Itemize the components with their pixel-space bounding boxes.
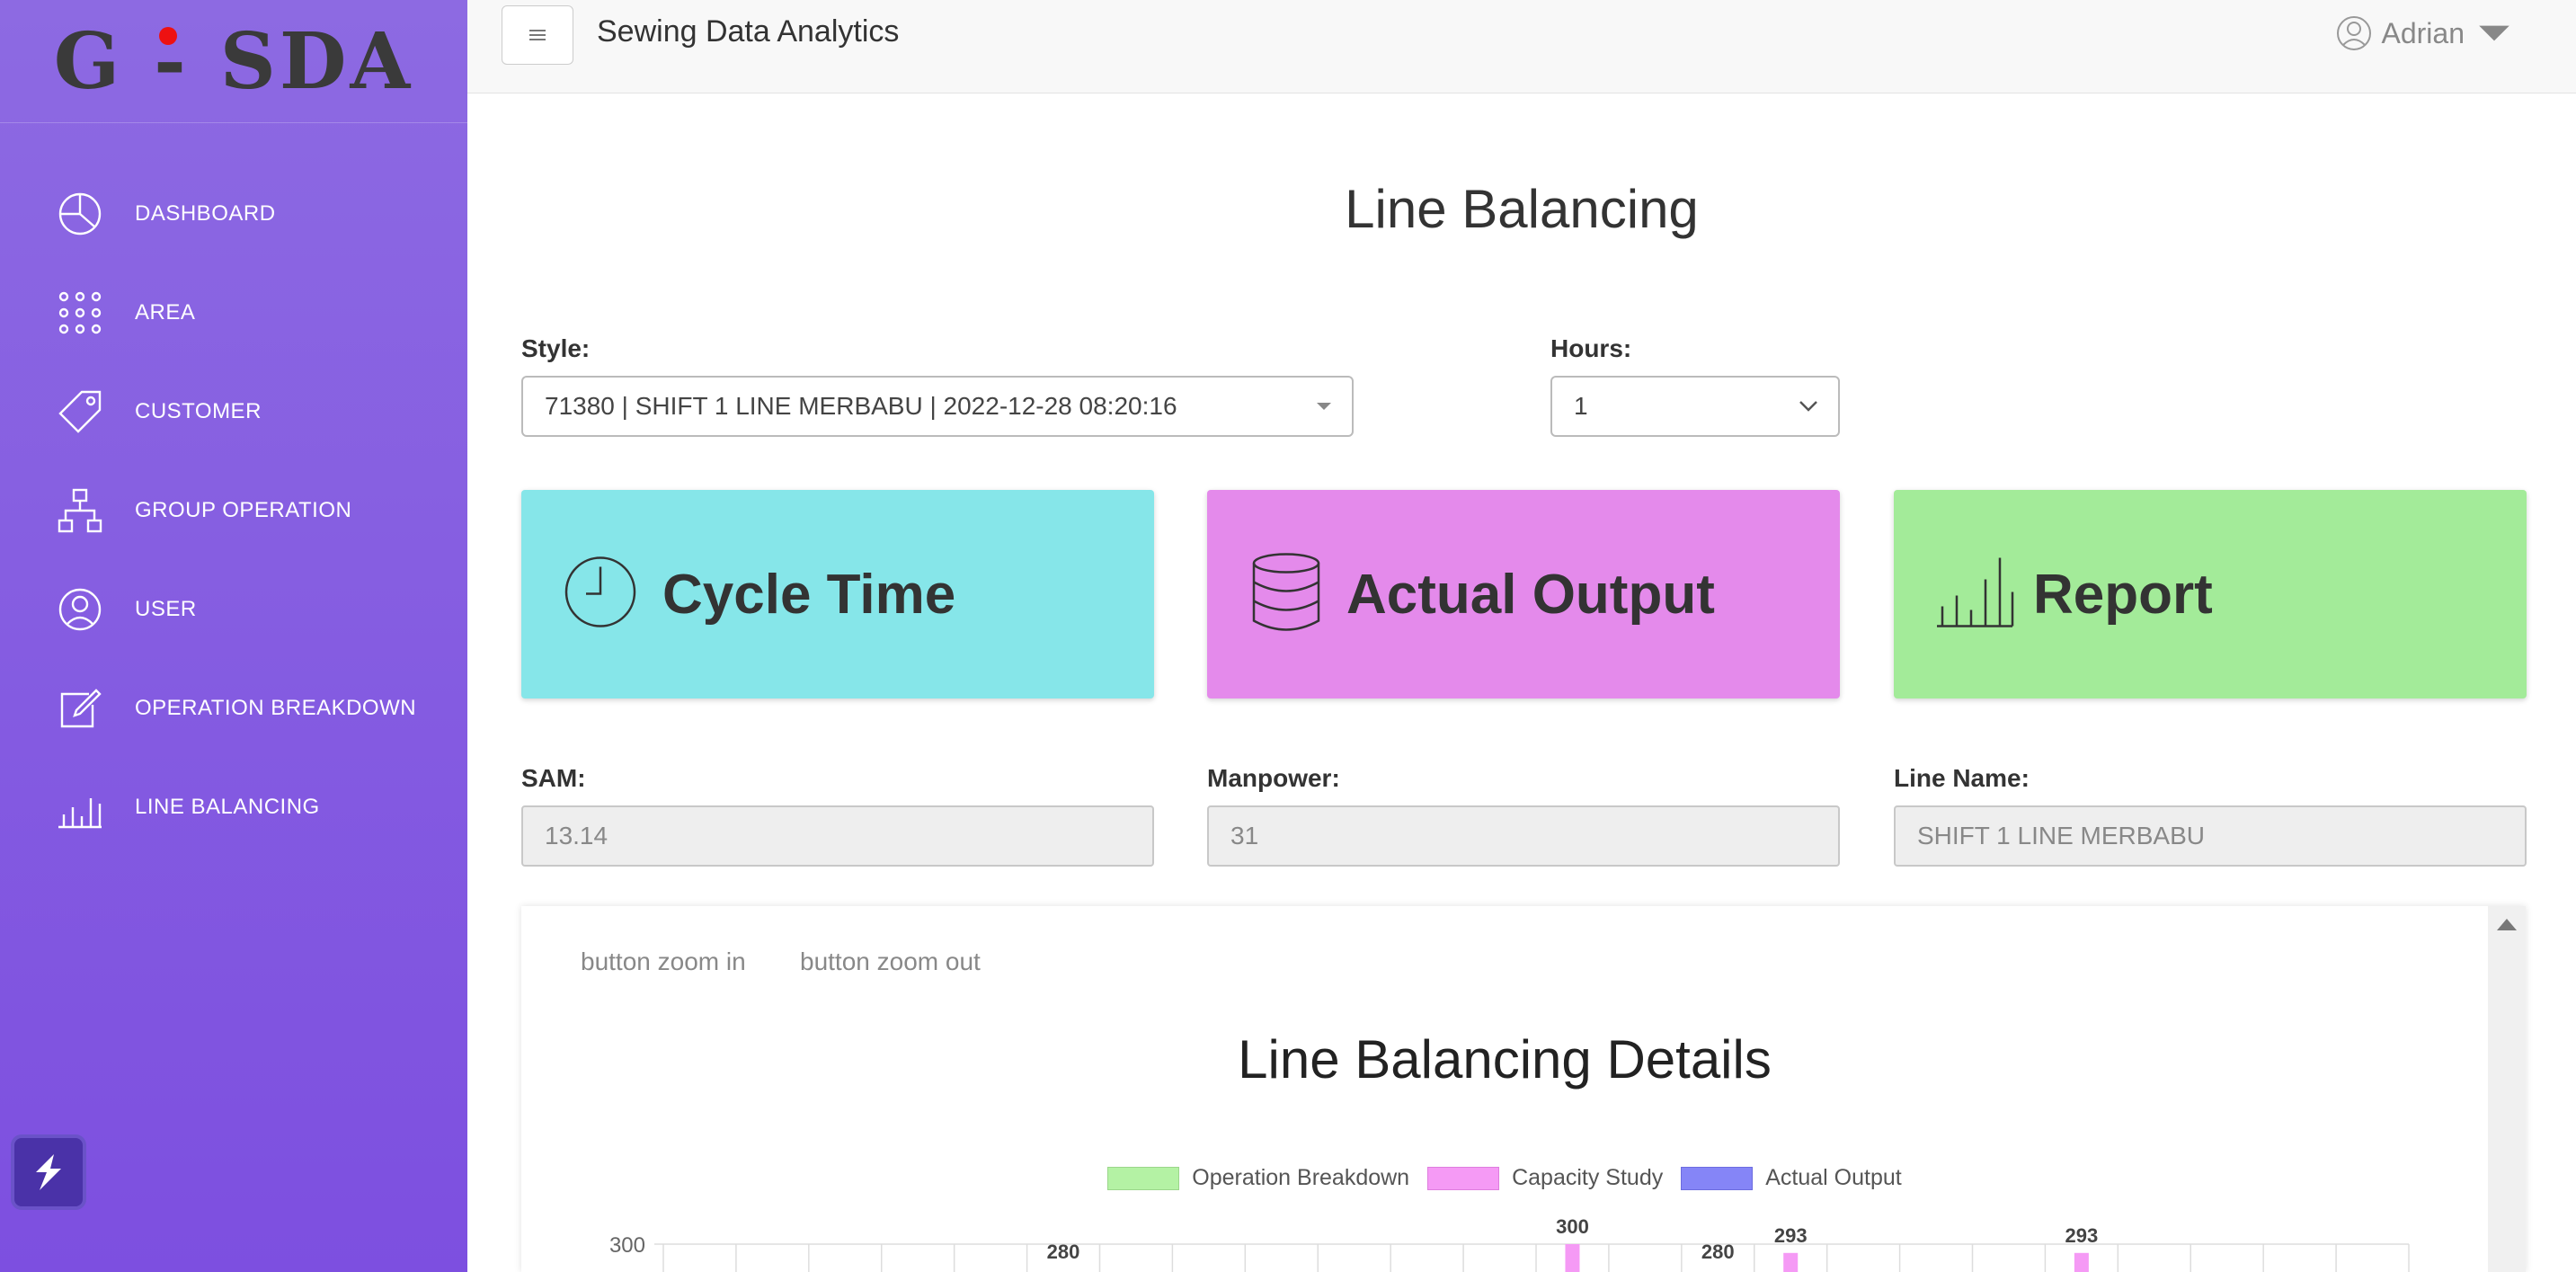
sidebar-item-area[interactable]: AREA xyxy=(0,277,467,349)
line-name-label: Line Name: xyxy=(1894,764,2030,792)
top-bar: Sewing Data Analytics Adrian xyxy=(467,0,2576,93)
sidebar-item-label: LINE BALANCING xyxy=(135,795,320,819)
app-title: Sewing Data Analytics xyxy=(597,14,900,49)
data-label: 280 xyxy=(1701,1241,1735,1263)
sam-field: 13.14 xyxy=(521,805,1154,867)
caret-down-icon xyxy=(2479,25,2509,41)
sidebar-item-label: USER xyxy=(135,597,197,621)
card-label: Cycle Time xyxy=(662,563,956,626)
cycle-time-card[interactable]: Cycle Time xyxy=(521,490,1154,698)
menu-toggle-button[interactable] xyxy=(502,5,573,65)
brand-logo[interactable]: G - SDA xyxy=(0,0,467,123)
tag-icon xyxy=(57,388,103,435)
report-card[interactable]: Report xyxy=(1894,490,2527,698)
hours-select[interactable]: 1 xyxy=(1550,376,1840,437)
pie-chart-icon xyxy=(57,191,103,237)
chart-bar xyxy=(2074,1252,2089,1272)
manpower-value: 31 xyxy=(1230,822,1259,849)
chat-widget-button[interactable] xyxy=(11,1134,86,1210)
sidebar-item-customer[interactable]: CUSTOMER xyxy=(0,376,467,448)
hours-select-value: 1 xyxy=(1574,392,1588,420)
logo-text: G - SDA xyxy=(53,15,414,107)
style-select-value: 71380 | SHIFT 1 LINE MERBABU | 2022-12-2… xyxy=(545,392,1177,420)
user-circle-icon xyxy=(2336,16,2371,50)
chart-bar xyxy=(1783,1252,1799,1272)
sidebar-item-label: CUSTOMER xyxy=(135,399,262,423)
scrollbar[interactable] xyxy=(2488,906,2526,1272)
manpower-label: Manpower: xyxy=(1207,764,1340,792)
bar-chart-icon xyxy=(1935,556,2014,633)
chart-panel: button zoom in button zoom out Line Bala… xyxy=(521,906,2526,1272)
sidebar-item-label: DASHBOARD xyxy=(135,201,276,226)
sidebar: G - SDA DASHBOARD AREA CUSTOMER GROUP OP… xyxy=(0,0,467,1272)
scroll-up-arrow[interactable] xyxy=(2497,919,2517,930)
bolt-icon xyxy=(36,1154,61,1190)
sidebar-item-user[interactable]: USER xyxy=(0,574,467,645)
sidebar-item-group-operation[interactable]: GROUP OPERATION xyxy=(0,475,467,547)
user-circle-icon xyxy=(57,586,103,633)
data-label: 280 xyxy=(1047,1241,1080,1263)
bar-chart-icon xyxy=(57,784,103,831)
data-label: 300 xyxy=(1556,1215,1589,1238)
sam-value: 13.14 xyxy=(545,822,608,849)
sidebar-item-label: GROUP OPERATION xyxy=(135,498,352,522)
hierarchy-icon xyxy=(57,487,103,534)
user-name: Adrian xyxy=(2381,16,2465,49)
line-name-field: SHIFT 1 LINE MERBABU xyxy=(1894,805,2527,867)
hamburger-icon xyxy=(529,30,546,40)
style-label: Style: xyxy=(521,334,591,362)
actual-output-card[interactable]: Actual Output xyxy=(1207,490,1840,698)
sidebar-item-dashboard[interactable]: DASHBOARD xyxy=(0,178,467,250)
user-menu[interactable]: Adrian xyxy=(2335,14,2523,52)
logo-dot xyxy=(159,27,177,45)
sidebar-item-operation-breakdown[interactable]: OPERATION BREAKDOWN xyxy=(0,672,467,744)
sam-label: SAM: xyxy=(521,764,586,792)
hours-label: Hours: xyxy=(1550,334,1632,362)
y-tick-label: 300 xyxy=(609,1233,645,1258)
page-title: Line Balancing xyxy=(1345,179,1699,239)
grid-dots-icon xyxy=(57,289,103,336)
card-label: Actual Output xyxy=(1346,563,1715,626)
sidebar-item-line-balancing[interactable]: LINE BALANCING xyxy=(0,771,467,843)
chart-plot: 300 280 300 280 293 293 xyxy=(609,1215,2410,1272)
chart-bar xyxy=(1565,1244,1580,1272)
data-label: 293 xyxy=(1774,1224,1808,1247)
card-label: Report xyxy=(2033,563,2213,626)
database-icon xyxy=(1250,553,1322,636)
sidebar-item-label: AREA xyxy=(135,300,196,325)
sidebar-item-label: OPERATION BREAKDOWN xyxy=(135,696,417,720)
clock-icon xyxy=(563,555,638,635)
manpower-field: 31 xyxy=(1207,805,1840,867)
line-name-value: SHIFT 1 LINE MERBABU xyxy=(1917,822,2206,849)
caret-down-icon xyxy=(1317,403,1331,410)
style-select[interactable]: 71380 | SHIFT 1 LINE MERBABU | 2022-12-2… xyxy=(521,376,1354,437)
chevron-down-icon xyxy=(1799,401,1817,412)
data-label: 293 xyxy=(2065,1224,2099,1247)
edit-note-icon xyxy=(57,685,103,732)
